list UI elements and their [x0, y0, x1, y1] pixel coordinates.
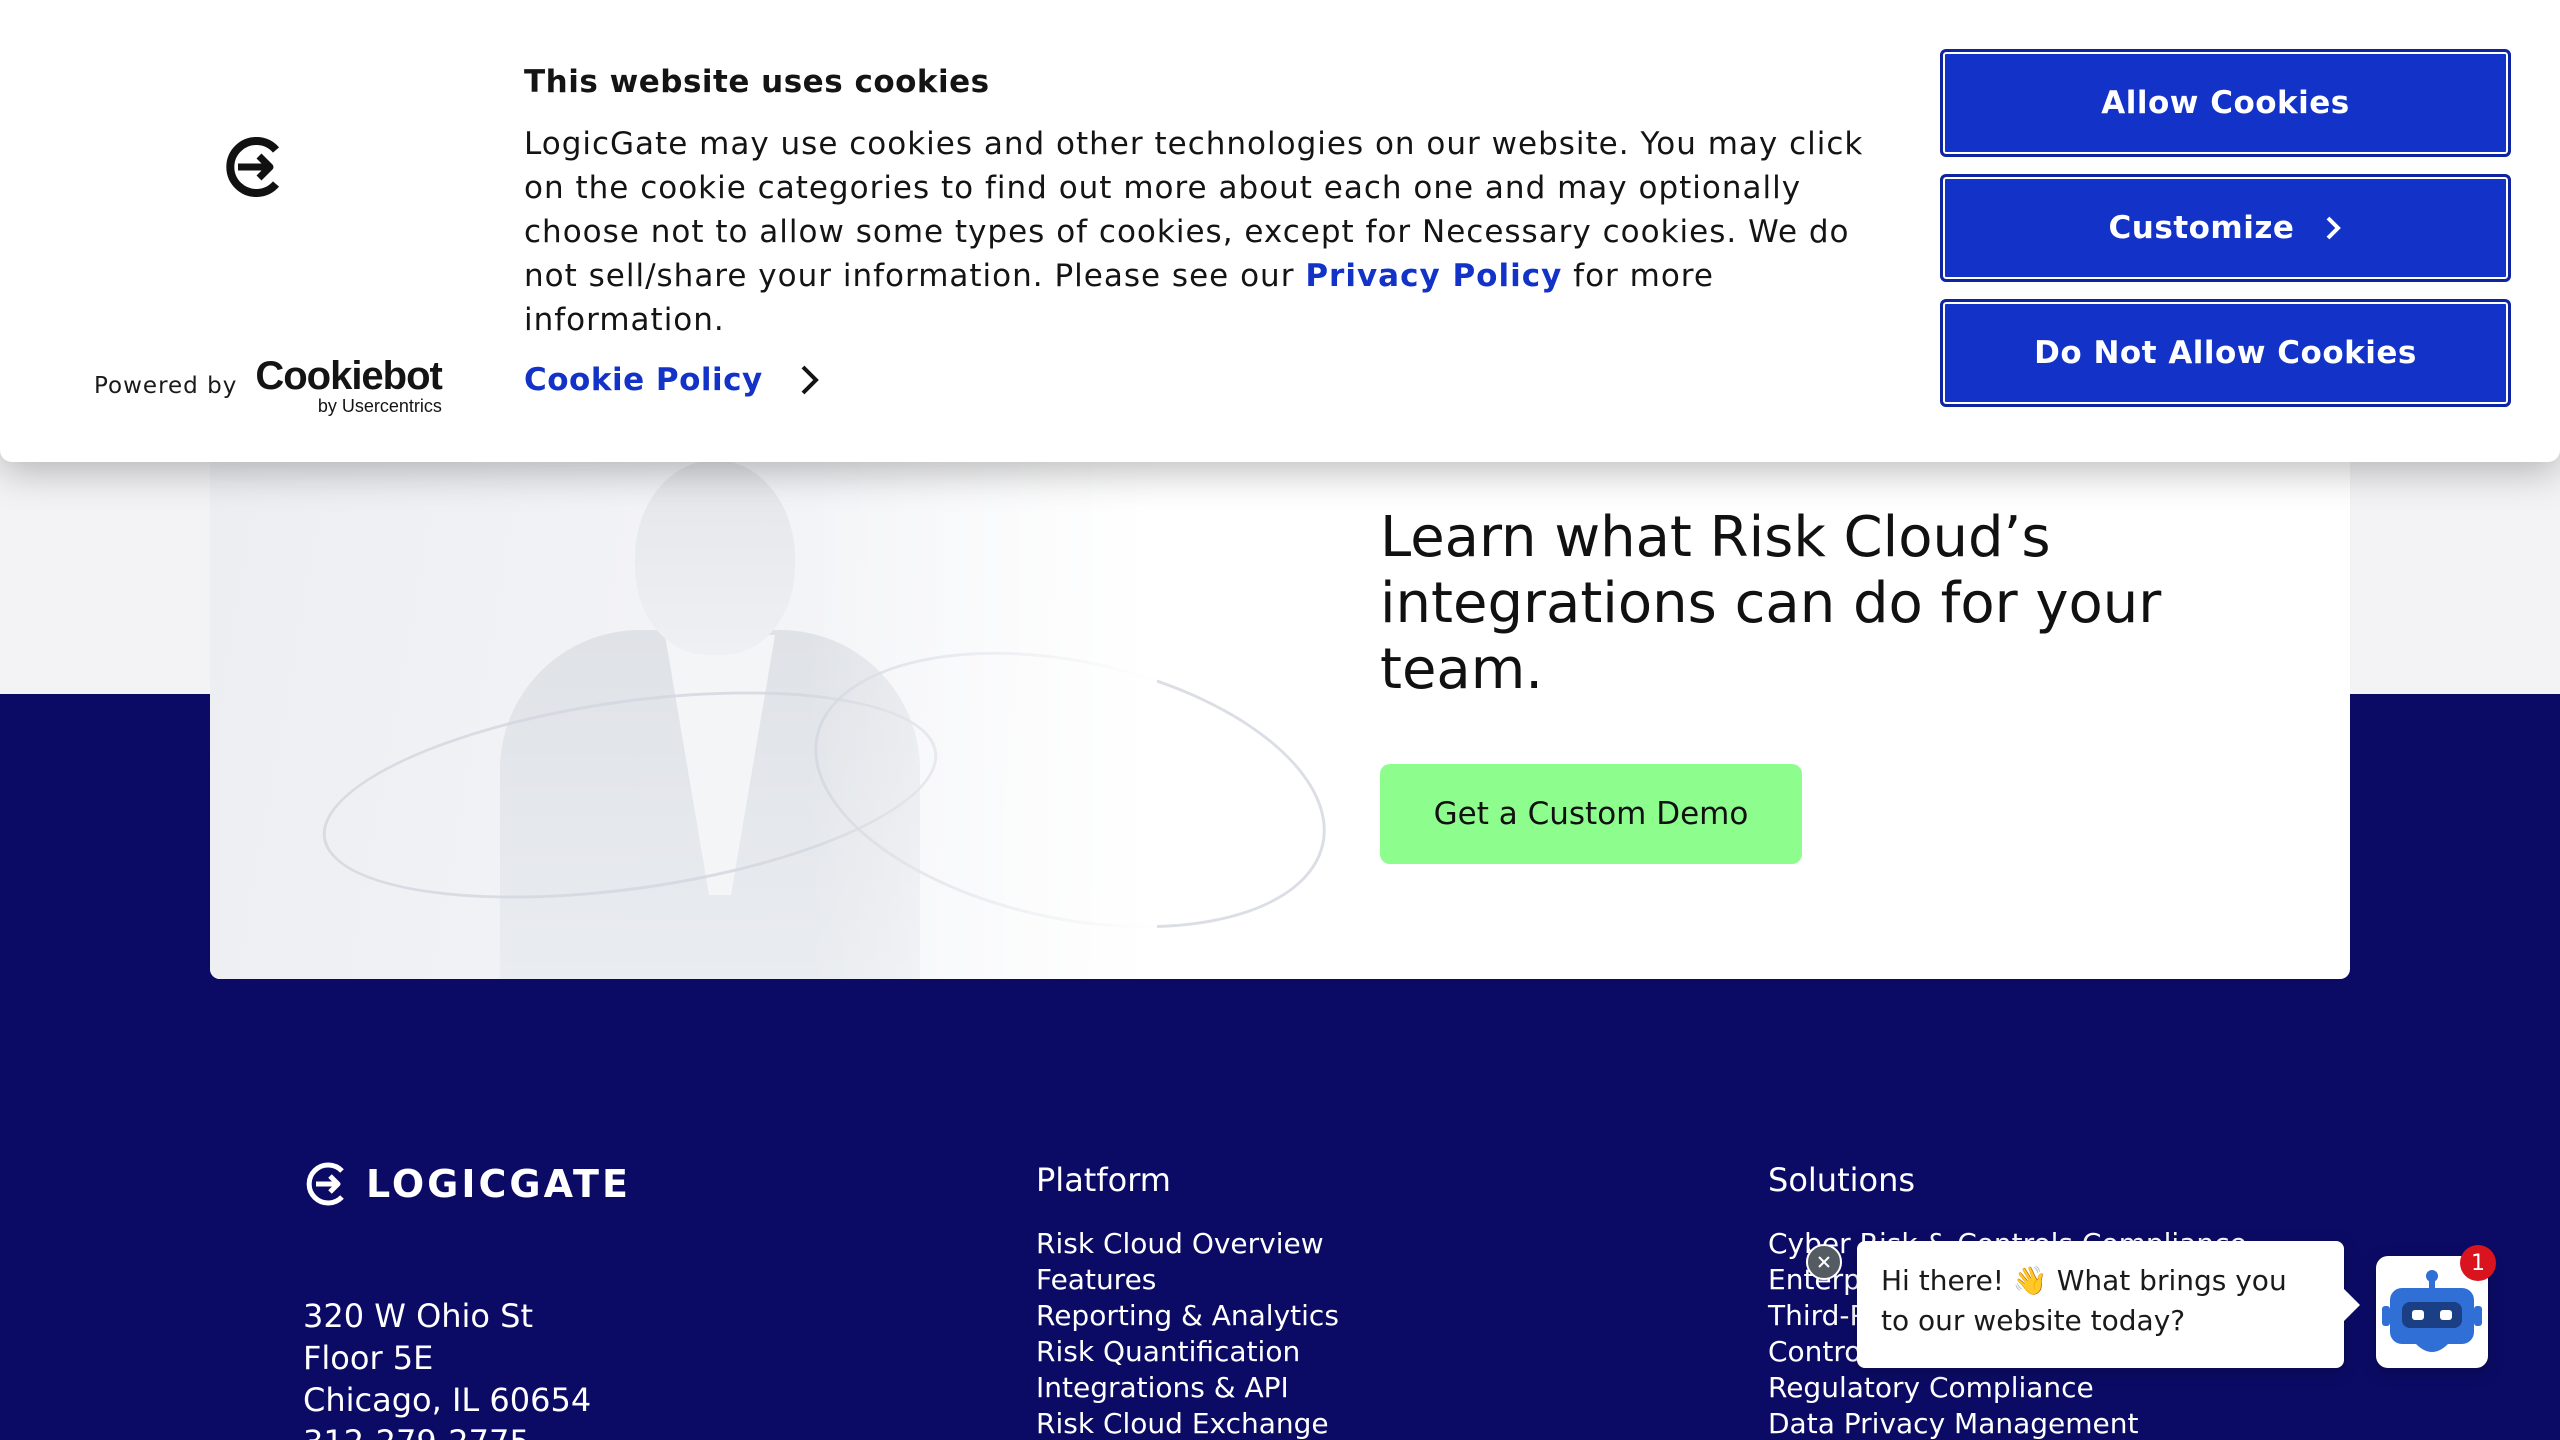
- cookiebot-brand: Cookiebot: [255, 354, 443, 398]
- allow-cookies-button[interactable]: Allow Cookies: [1940, 49, 2511, 157]
- get-custom-demo-button[interactable]: Get a Custom Demo: [1380, 764, 1802, 864]
- address-line: 320 W Ohio St: [303, 1297, 534, 1335]
- close-chat-button[interactable]: [1806, 1244, 1842, 1280]
- address-line: Chicago, IL 60654: [303, 1381, 592, 1419]
- footer-address: 320 W Ohio St Floor 5E Chicago, IL 60654…: [303, 1295, 591, 1440]
- cookiebot-logo: Cookiebot by Usercentrics: [255, 354, 443, 416]
- close-icon: [1818, 1256, 1830, 1268]
- footer-link-risk-quantification[interactable]: Risk Quantification: [1036, 1334, 1339, 1370]
- cookiebot-sub: by Usercentrics: [317, 396, 442, 416]
- cookie-banner-heading: This website uses cookies: [524, 64, 990, 100]
- footer-brand-name: LOGICGATE: [366, 1162, 631, 1206]
- powered-by-label: Powered by: [94, 373, 238, 399]
- cookie-policy-link[interactable]: Cookie Policy: [524, 362, 821, 398]
- footer-link-integrations-api[interactable]: Integrations & API: [1036, 1370, 1339, 1406]
- chat-greeting-bubble[interactable]: Hi there! 👋 What brings you to our websi…: [1857, 1241, 2360, 1368]
- do-not-allow-cookies-button[interactable]: Do Not Allow Cookies: [1940, 299, 2511, 407]
- cta-photo: [210, 420, 1352, 979]
- footer-link-data-privacy[interactable]: Data Privacy Management: [1768, 1406, 2247, 1440]
- chevron-right-icon: [2327, 216, 2342, 240]
- footer-logo[interactable]: LOGICGATE: [302, 1157, 631, 1211]
- footer-platform-heading: Platform: [1036, 1161, 1171, 1199]
- footer-platform-column: Platform Risk Cloud Overview Features Re…: [1036, 1160, 1339, 1440]
- footer-link-regulatory-compliance[interactable]: Regulatory Compliance: [1768, 1370, 2247, 1406]
- footer-link-features[interactable]: Features: [1036, 1262, 1339, 1298]
- chat-notification-badge: 1: [2460, 1245, 2496, 1281]
- cookie-banner-text: LogicGate may use cookies and other tech…: [524, 122, 1894, 342]
- footer-link-risk-cloud-overview[interactable]: Risk Cloud Overview: [1036, 1226, 1339, 1262]
- logicgate-logo-icon: [306, 1162, 344, 1206]
- footer-link-risk-cloud-exchange[interactable]: Risk Cloud Exchange: [1036, 1406, 1339, 1440]
- chat-greeting-text: Hi there! 👋 What brings you to our websi…: [1881, 1264, 2287, 1337]
- phone-number[interactable]: 312-279-2775: [303, 1421, 591, 1440]
- privacy-policy-link[interactable]: Privacy Policy: [1305, 258, 1562, 294]
- customize-label: Customize: [2108, 210, 2295, 246]
- customize-button[interactable]: Customize: [1940, 174, 2511, 282]
- cta-title: Learn what Risk Cloud’s integrations can…: [1380, 505, 2162, 702]
- footer-link-reporting-analytics[interactable]: Reporting & Analytics: [1036, 1298, 1339, 1334]
- cookie-policy-label: Cookie Policy: [524, 362, 763, 398]
- address-line: Floor 5E: [303, 1339, 434, 1377]
- footer-solutions-heading: Solutions: [1768, 1161, 1916, 1199]
- logicgate-logo-icon: [226, 137, 280, 197]
- cookie-consent-banner: Powered by Cookiebot by Usercentrics Thi…: [0, 0, 2560, 462]
- chevron-right-icon: [801, 365, 819, 395]
- powered-by-cookiebot[interactable]: Powered by Cookiebot by Usercentrics: [94, 354, 443, 416]
